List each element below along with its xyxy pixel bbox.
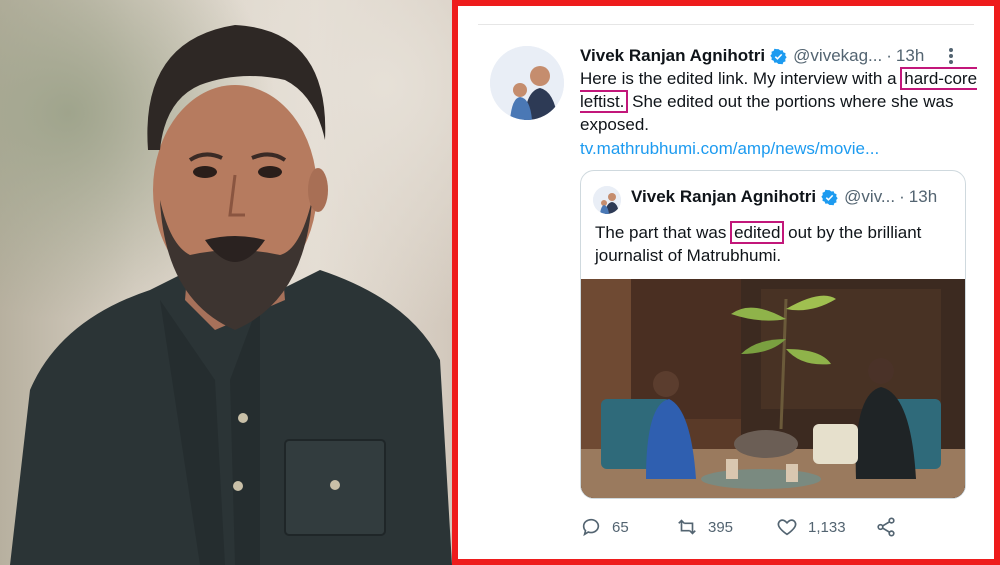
man-portrait	[10, 25, 452, 565]
quote-author-handle[interactable]: @viv...	[844, 187, 895, 207]
highlighted-word: edited	[730, 221, 785, 244]
quote-author-name[interactable]: Vivek Ranjan Agnihotri	[631, 187, 816, 207]
author-name[interactable]: Vivek Ranjan Agnihotri	[580, 46, 765, 66]
verified-icon	[821, 189, 838, 205]
like-button[interactable]: 1,133	[776, 512, 846, 542]
portrait-photo	[0, 0, 452, 565]
tweet-actions: 65 395 1,133	[580, 512, 980, 542]
divider	[478, 24, 974, 25]
tweet-panel: Vivek Ranjan Agnihotri @vivekag... · 13h…	[452, 0, 1000, 565]
tweet-text: Here is the edited link. My interview wi…	[580, 67, 980, 136]
quoted-tweet[interactable]: Vivek Ranjan Agnihotri @viv... · 13h The…	[580, 170, 966, 499]
retweet-button[interactable]: 395	[676, 512, 733, 542]
reply-icon	[582, 518, 600, 537]
tweet-link[interactable]: tv.mathrubhumi.com/amp/news/movie...	[580, 139, 879, 159]
separator-dot: ·	[886, 46, 892, 65]
quote-time[interactable]: 13h	[909, 187, 937, 207]
more-icon[interactable]	[946, 46, 956, 66]
separator-dot: ·	[899, 187, 905, 206]
tweet-header: Vivek Ranjan Agnihotri @vivekag... · 13h	[580, 44, 980, 68]
quote-text-before: The part that was	[595, 223, 727, 242]
quote-text: The part that was edited out by the bril…	[595, 221, 955, 267]
share-icon	[877, 517, 895, 537]
tweet-text-before: Here is the edited link. My interview wi…	[580, 69, 897, 88]
retweet-count: 395	[708, 518, 734, 536]
author-handle[interactable]: @vivekag...	[793, 46, 882, 66]
quote-header: Vivek Ranjan Agnihotri @viv... · 13h	[631, 187, 937, 207]
reply-button[interactable]: 65	[580, 512, 629, 542]
quote-video-thumbnail[interactable]	[581, 279, 965, 498]
like-count: 1,133	[808, 518, 846, 536]
quote-author-avatar[interactable]	[593, 186, 621, 214]
retweet-icon	[678, 519, 696, 535]
verified-icon	[770, 48, 787, 64]
tweet-time[interactable]: 13h	[896, 46, 924, 66]
share-button[interactable]	[875, 512, 907, 542]
like-icon	[777, 519, 797, 536]
author-avatar[interactable]	[490, 46, 564, 120]
reply-count: 65	[612, 518, 629, 536]
tweet-text-after: She edited out the portions where she wa…	[580, 92, 954, 134]
